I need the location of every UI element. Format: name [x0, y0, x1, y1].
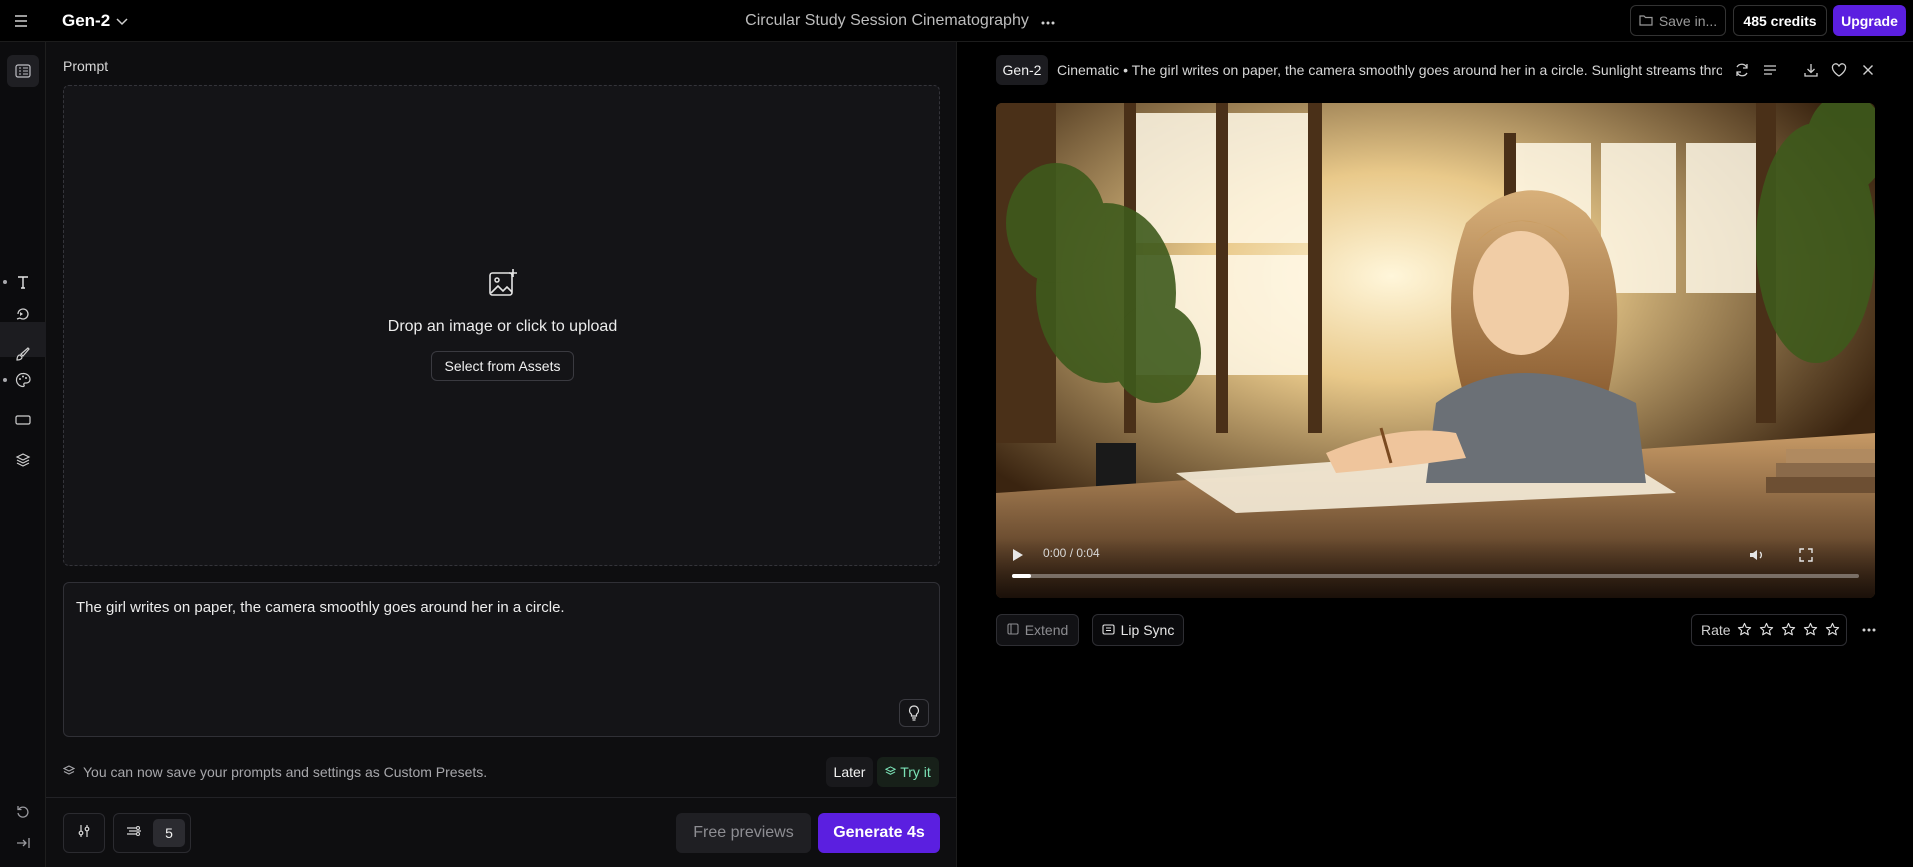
- lightbulb-icon[interactable]: [899, 699, 929, 727]
- star-icon[interactable]: [1803, 622, 1819, 638]
- save-in-button[interactable]: Save in...: [1630, 5, 1726, 36]
- text-icon[interactable]: [7, 266, 39, 298]
- menu-icon[interactable]: [10, 10, 32, 32]
- dropzone-text: Drop an image or click to upload: [387, 318, 618, 335]
- upgrade-button[interactable]: Upgrade: [1833, 5, 1906, 36]
- footer-divider: [46, 797, 956, 798]
- preset-icon: [62, 764, 76, 780]
- star-rating: [1737, 622, 1841, 638]
- preset-icon: [884, 764, 897, 780]
- notice-text: You can now save your prompts and settin…: [83, 764, 488, 780]
- select-from-assets-button[interactable]: Select from Assets: [431, 351, 574, 381]
- close-icon[interactable]: [1858, 60, 1878, 80]
- collapse-icon[interactable]: [7, 827, 39, 859]
- rate-label: Rate: [1701, 622, 1731, 638]
- extend-label: Extend: [1024, 622, 1069, 638]
- more-horizontal-icon[interactable]: [1041, 12, 1055, 30]
- star-icon[interactable]: [1759, 622, 1775, 638]
- star-icon[interactable]: [1825, 622, 1841, 638]
- model-selector[interactable]: Gen-2: [62, 10, 128, 32]
- prompt-textarea[interactable]: The girl writes on paper, the camera smo…: [63, 582, 940, 737]
- rating-control: Rate: [1691, 614, 1847, 646]
- save-in-label: Save in...: [1658, 12, 1718, 29]
- more-icon[interactable]: [1859, 620, 1879, 640]
- volume-icon[interactable]: [1749, 548, 1765, 562]
- prompt-section-label: Prompt: [63, 58, 109, 74]
- heart-icon[interactable]: [1829, 60, 1849, 80]
- try-it-label: Try it: [900, 764, 931, 780]
- project-title[interactable]: Circular Study Session Cinematography: [700, 10, 1100, 32]
- try-it-button[interactable]: Try it: [877, 757, 939, 787]
- extend-button[interactable]: Extend: [996, 614, 1079, 646]
- lip-sync-label: Lip Sync: [1120, 622, 1175, 638]
- image-upload-icon: [487, 267, 519, 299]
- aspect-ratio-icon[interactable]: [7, 404, 39, 436]
- result-title: Cinematic • The girl writes on paper, th…: [1057, 62, 1722, 78]
- top-bar: Gen-2 Circular Study Session Cinematogra…: [0, 0, 1913, 42]
- list-icon[interactable]: [1760, 60, 1780, 80]
- palette-icon[interactable]: [7, 364, 39, 396]
- lip-sync-button[interactable]: Lip Sync: [1092, 614, 1184, 646]
- motion-icon: [126, 824, 142, 843]
- image-to-video-icon[interactable]: [7, 298, 39, 330]
- download-icon[interactable]: [1801, 60, 1821, 80]
- tool-rail: [0, 42, 46, 867]
- video-progress[interactable]: [1012, 574, 1859, 578]
- refresh-icon[interactable]: [1732, 60, 1752, 80]
- prompt-text: The girl writes on paper, the camera smo…: [76, 599, 565, 616]
- video-progress-fill: [1012, 574, 1031, 578]
- later-button[interactable]: Later: [826, 757, 873, 787]
- star-icon[interactable]: [1781, 622, 1797, 638]
- undo-icon[interactable]: [7, 795, 39, 827]
- settings-sliders-button[interactable]: [63, 813, 105, 853]
- layers-icon[interactable]: [7, 444, 39, 476]
- chevron-down-icon: [116, 11, 128, 31]
- video-frame: [996, 103, 1875, 598]
- project-title-text: Circular Study Session Cinematography: [745, 12, 1029, 29]
- star-icon[interactable]: [1737, 622, 1753, 638]
- play-icon[interactable]: [1012, 548, 1024, 562]
- credits-button[interactable]: 485 credits: [1733, 5, 1827, 36]
- settings-sliders-icon: [77, 824, 91, 843]
- video-player[interactable]: 0:00 / 0:04: [996, 103, 1875, 598]
- presets-notice: You can now save your prompts and settin…: [62, 762, 488, 782]
- video-time: 0:00 / 0:04: [1043, 546, 1100, 560]
- fullscreen-icon[interactable]: [1799, 548, 1813, 562]
- lip-sync-icon: [1102, 622, 1115, 638]
- result-model-chip: Gen-2: [996, 55, 1048, 85]
- video-controls: 0:00 / 0:04: [996, 538, 1875, 598]
- model-name: Gen-2: [62, 11, 111, 30]
- motion-count[interactable]: 5: [153, 819, 185, 847]
- extend-icon: [1007, 622, 1019, 638]
- free-previews-button[interactable]: Free previews: [676, 813, 811, 853]
- image-dropzone[interactable]: Drop an image or click to upload Select …: [63, 85, 940, 566]
- folder-icon: [1639, 13, 1653, 29]
- generate-button[interactable]: Generate 4s: [818, 813, 940, 853]
- sidebar-toggle-icon[interactable]: [7, 55, 39, 87]
